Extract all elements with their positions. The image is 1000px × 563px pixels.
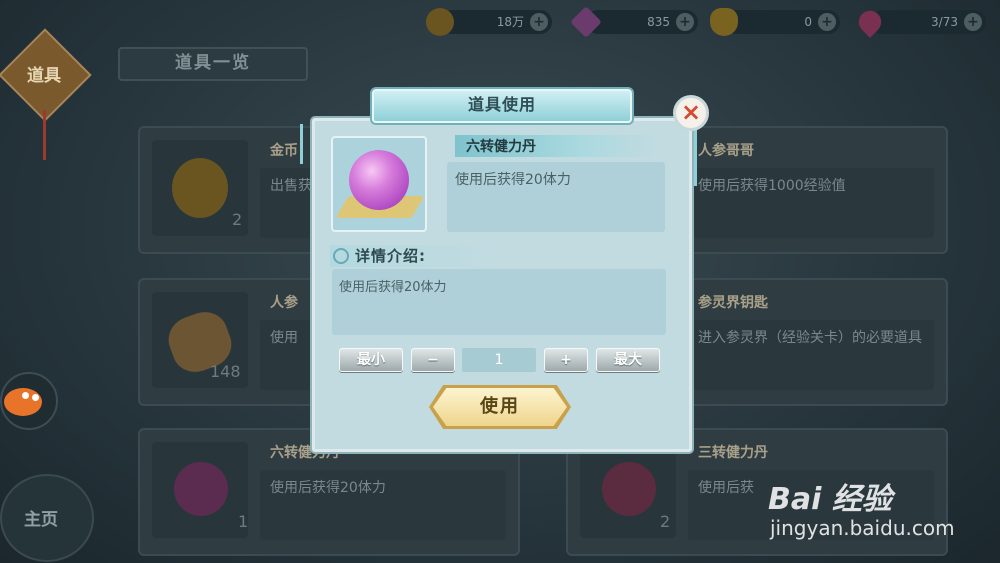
dialog-ornament (694, 130, 697, 186)
item-count: 2 (660, 512, 671, 531)
item-count: 1 (238, 512, 249, 531)
currency-crystal: 835 + (570, 6, 698, 38)
item-name: 金币 (270, 143, 298, 159)
decrease-quantity-button[interactable]: − (411, 348, 455, 372)
dialog-ornament (300, 124, 303, 164)
watermark-url: jingyan.baidu.com (770, 516, 955, 540)
dialog-title: 道具使用 (372, 89, 632, 123)
close-button[interactable]: × (673, 95, 709, 131)
pill-orb-icon (349, 150, 409, 210)
detail-text: 使用后获得20体力 (339, 280, 447, 295)
currency-gem-value: 3/73 (931, 15, 958, 29)
currency-crystal-value: 835 (647, 15, 670, 29)
currency-gold-value: 18万 (496, 15, 524, 29)
baidu-jingyan-logo: Bai 经验 (768, 482, 892, 517)
add-gem-button[interactable]: + (964, 13, 982, 31)
selected-item-name: 六转健力丹 (466, 139, 536, 155)
coin-icon (426, 8, 454, 36)
item-slot (152, 442, 248, 538)
item-name: 参灵界钥匙 (698, 295, 768, 311)
item-desc: 使用后获得20体力 (260, 470, 506, 540)
currency-gem: 3/73 + (854, 6, 986, 38)
tassel-decoration (43, 110, 46, 160)
item-desc: 进入参灵界（经验关卡）的必要道具 (688, 320, 934, 390)
gold-ingot-icon (710, 8, 738, 36)
quantity-field[interactable]: 1 (462, 348, 536, 372)
item-count: 148 (210, 362, 241, 381)
selected-item-summary: 使用后获得20体力 (455, 172, 571, 188)
swirl-icon (333, 248, 349, 264)
increase-quantity-button[interactable]: + (544, 348, 588, 372)
pill-orb-icon (602, 462, 656, 516)
item-desc: 使用后获得1000经验值 (688, 168, 934, 238)
pet-eye-icon (32, 394, 39, 401)
category-tag-label: 道具 (27, 66, 61, 86)
add-ingot-button[interactable]: + (818, 13, 836, 31)
min-quantity-button[interactable]: 最小 (339, 348, 403, 372)
detail-label: 详情介绍: (355, 247, 426, 265)
tab-item-list[interactable]: 道具一览 (118, 47, 308, 81)
item-name: 三转健力丹 (698, 445, 768, 461)
currency-ingot: 0 + (710, 8, 840, 36)
use-button[interactable]: 使用 (433, 388, 567, 426)
item-name: 人参 (270, 295, 298, 311)
item-count: 2 (232, 210, 243, 229)
add-crystal-button[interactable]: + (676, 13, 694, 31)
item-name: 人参哥哥 (698, 143, 754, 159)
home-button-label: 主页 (24, 510, 58, 530)
currency-gold: 18万 + (426, 8, 552, 36)
pet-eye-icon (22, 392, 29, 399)
pill-orb-icon (174, 462, 228, 516)
pet-button[interactable] (0, 372, 58, 430)
currency-ingot-value: 0 (804, 15, 812, 29)
coin-icon (172, 158, 228, 218)
max-quantity-button[interactable]: 最大 (596, 348, 660, 372)
add-gold-button[interactable]: + (530, 13, 548, 31)
